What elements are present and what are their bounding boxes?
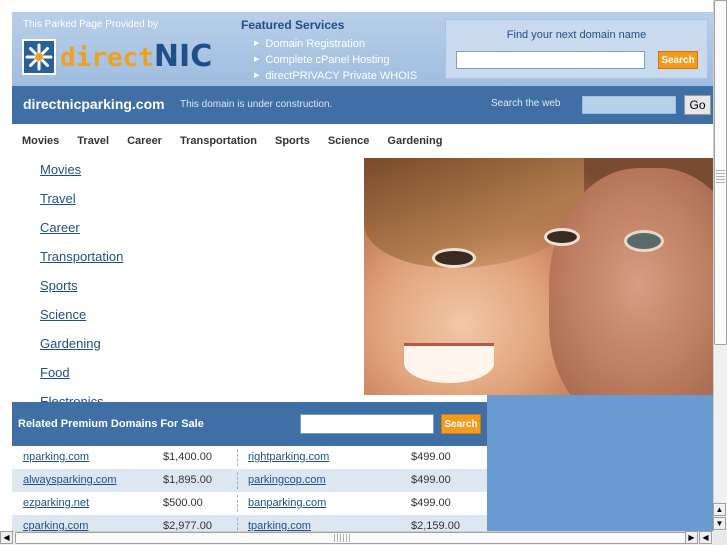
category-nav: Movies Travel Career Transportation Spor… <box>12 124 713 158</box>
arrow-left-icon[interactable]: ◀ <box>699 531 712 544</box>
related-search-input[interactable] <box>300 414 434 434</box>
domain-search-button[interactable]: Search <box>658 51 698 69</box>
table-row: alwaysparking.com $1,895.00 parkingcop.c… <box>12 469 487 492</box>
scrollbar-corner <box>713 531 727 545</box>
nav-item-transportation[interactable]: Transportation <box>180 135 257 147</box>
domain-search-input[interactable] <box>456 51 645 69</box>
nav-item-career[interactable]: Career <box>127 135 162 147</box>
link-electronics[interactable]: Electronics <box>40 394 104 402</box>
triangle-right-icon: ▶ <box>254 40 260 47</box>
domain-link[interactable]: banparking.com <box>248 497 326 509</box>
domain-price: $499.00 <box>411 474 451 486</box>
link-travel[interactable]: Travel <box>40 191 76 206</box>
arrow-up-icon[interactable]: ▲ <box>713 503 726 516</box>
search-web-label: Search the web <box>491 98 561 109</box>
domain-search-box: Find your next domain name Search <box>445 19 708 79</box>
domain-name: directnicparking.com <box>23 96 165 112</box>
arrow-down-icon[interactable]: ▼ <box>713 517 726 530</box>
category-link-list: Movies Travel Career Transportation Spor… <box>12 158 364 402</box>
domain-link[interactable]: ezparking.net <box>23 497 89 509</box>
nav-item-sports[interactable]: Sports <box>275 135 310 147</box>
arrow-left-icon[interactable]: ◀ <box>0 531 13 544</box>
domain-price: $2,977.00 <box>163 520 212 531</box>
page-viewport: This Parked Page Provided by directNIC F… <box>0 0 713 531</box>
featured-title: Featured Services <box>241 18 345 32</box>
domain-link[interactable]: cparking.com <box>23 520 88 531</box>
find-domain-label: Find your next domain name <box>506 29 647 41</box>
triangle-right-icon: ▶ <box>254 56 260 63</box>
hero-photo <box>364 158 713 395</box>
domains-for-sale-table: nparking.com $1,400.00 rightparking.com … <box>12 446 487 531</box>
nav-item-travel[interactable]: Travel <box>77 135 109 147</box>
go-button[interactable]: Go <box>684 95 711 115</box>
featured-item-domain-registration[interactable]: ▶ Domain Registration <box>241 36 441 52</box>
link-movies[interactable]: Movies <box>40 162 81 177</box>
table-row: cparking.com $2,977.00 tparking.com $2,1… <box>12 515 487 531</box>
link-career[interactable]: Career <box>40 220 80 235</box>
arrow-right-icon[interactable]: ▶ <box>685 531 698 544</box>
domain-link[interactable]: tparking.com <box>248 520 311 531</box>
provided-by-text: This Parked Page Provided by <box>23 19 159 30</box>
link-food[interactable]: Food <box>40 365 70 380</box>
featured-services: Featured Services ▶ Domain Registration … <box>241 18 441 84</box>
related-domains-header: Related Premium Domains For Sale Search <box>12 402 487 446</box>
related-domains-title: Related Premium Domains For Sale <box>18 418 204 430</box>
domain-link[interactable]: alwaysparking.com <box>23 474 117 486</box>
related-search-button[interactable]: Search <box>441 414 481 434</box>
domain-price: $499.00 <box>411 497 451 509</box>
link-gardening[interactable]: Gardening <box>40 336 101 351</box>
domain-bar: directnicparking.com This domain is unde… <box>12 86 713 124</box>
logo-wordmark: directNIC <box>60 38 213 74</box>
horizontal-scroll-thumb[interactable] <box>15 532 698 544</box>
nav-item-movies[interactable]: Movies <box>22 135 59 147</box>
domain-link[interactable]: parkingcop.com <box>248 474 326 486</box>
featured-item-private-whois[interactable]: ▶ directPRIVACY Private WHOIS <box>241 68 441 84</box>
link-transportation[interactable]: Transportation <box>40 249 123 264</box>
top-banner: This Parked Page Provided by directNIC F… <box>12 12 713 86</box>
domain-status-text: This domain is under construction. <box>180 99 333 110</box>
domain-link[interactable]: rightparking.com <box>248 451 329 463</box>
snowflake-logo-icon <box>22 39 56 75</box>
table-row: ezparking.net $500.00 banparking.com $49… <box>12 492 487 515</box>
domain-price: $500.00 <box>163 497 203 509</box>
triangle-right-icon: ▶ <box>254 72 260 79</box>
link-science[interactable]: Science <box>40 307 86 322</box>
featured-item-cpanel-hosting[interactable]: ▶ Complete cPanel Hosting <box>241 52 441 68</box>
link-sports[interactable]: Sports <box>40 278 78 293</box>
domain-price: $2,159.00 <box>411 520 460 531</box>
web-search-input[interactable] <box>582 96 676 114</box>
directnic-logo[interactable]: directNIC <box>22 38 212 76</box>
related-side-panel <box>487 395 713 531</box>
domain-price: $1,400.00 <box>163 451 212 463</box>
domain-price: $499.00 <box>411 451 451 463</box>
table-row: nparking.com $1,400.00 rightparking.com … <box>12 446 487 469</box>
nav-item-gardening[interactable]: Gardening <box>387 135 442 147</box>
domain-link[interactable]: nparking.com <box>23 451 89 463</box>
nav-item-science[interactable]: Science <box>328 135 370 147</box>
domain-price: $1,895.00 <box>163 474 212 486</box>
